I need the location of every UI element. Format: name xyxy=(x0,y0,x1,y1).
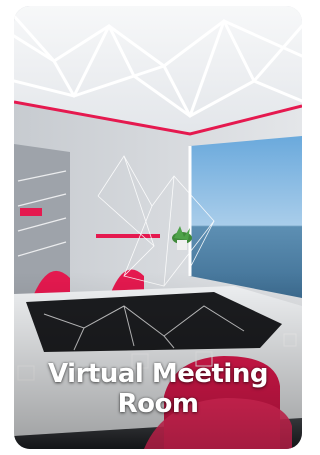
card-title-line-1: Virtual Meeting xyxy=(48,359,268,389)
app-card[interactable]: Virtual Meeting Room xyxy=(14,6,302,449)
card-title: Virtual Meeting Room xyxy=(14,359,302,419)
card-title-line-2: Room xyxy=(117,389,199,419)
